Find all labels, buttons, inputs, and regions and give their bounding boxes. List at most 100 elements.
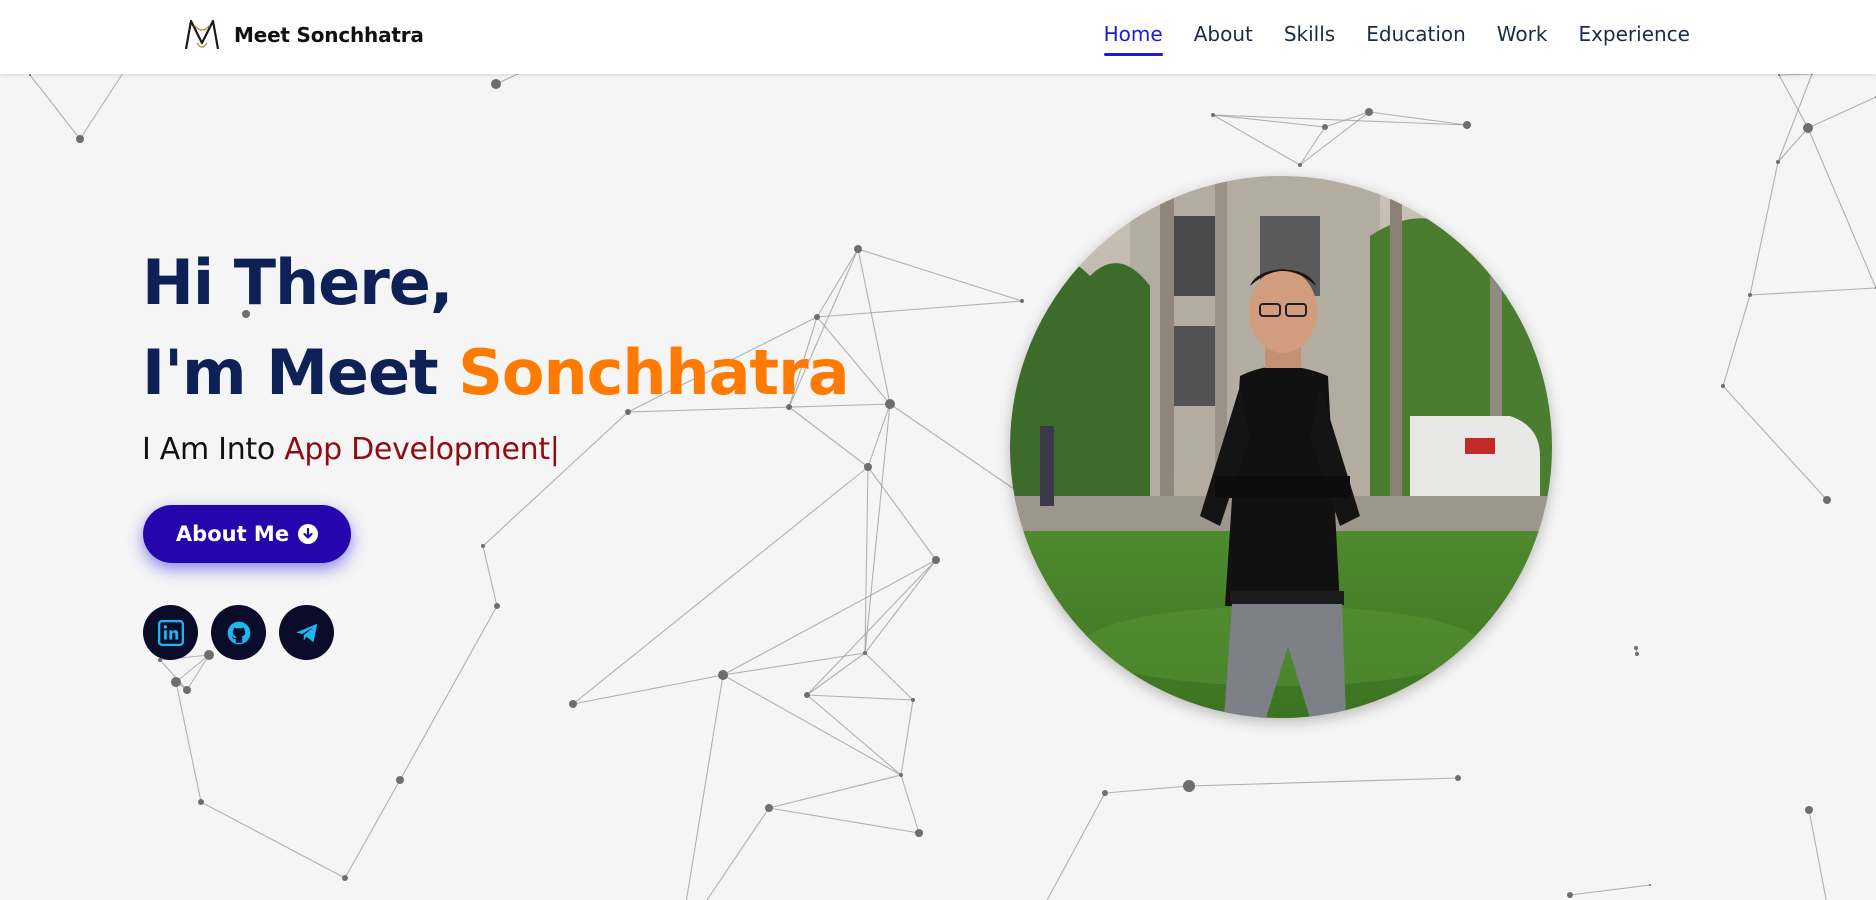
- network-link: [1777, 73, 1813, 163]
- nav-link-experience[interactable]: Experience: [1578, 0, 1690, 74]
- nav-link-skills[interactable]: Skills: [1284, 0, 1335, 74]
- network-node: [1778, 74, 1780, 76]
- network-node: [29, 74, 31, 76]
- network-node: [569, 700, 577, 708]
- network-link: [1778, 74, 1809, 129]
- network-link: [1046, 792, 1106, 900]
- network-link: [186, 654, 210, 691]
- network-link: [900, 774, 920, 834]
- network-link: [768, 774, 902, 809]
- network-node: [1567, 892, 1573, 898]
- network-link: [1807, 96, 1876, 129]
- network-node: [491, 79, 501, 89]
- nav-link-education[interactable]: Education: [1366, 0, 1466, 74]
- telegram-button[interactable]: [279, 605, 334, 660]
- network-link: [175, 681, 202, 803]
- network-node: [1649, 884, 1651, 886]
- network-node: [1183, 780, 1195, 792]
- nav-links: Home About Skills Education Work Experie…: [1073, 0, 1690, 74]
- network-link: [857, 248, 1023, 302]
- network-link: [1299, 126, 1326, 166]
- linkedin-icon: [157, 619, 184, 646]
- network-node: [1721, 384, 1725, 388]
- network-node: [885, 399, 895, 409]
- network-node: [899, 773, 903, 777]
- network-node: [1365, 108, 1373, 116]
- network-link: [1104, 785, 1190, 794]
- network-node: [1803, 123, 1813, 133]
- network-link: [344, 779, 401, 879]
- network-link: [399, 605, 498, 781]
- linkedin-button[interactable]: [143, 605, 198, 660]
- network-link: [79, 69, 126, 140]
- telegram-icon: [295, 623, 317, 642]
- network-link: [29, 74, 81, 140]
- network-node: [932, 556, 940, 564]
- network-node: [198, 799, 204, 805]
- github-button[interactable]: [211, 605, 266, 660]
- nav-link-about[interactable]: About: [1194, 0, 1253, 74]
- network-link: [482, 545, 498, 607]
- network-link: [572, 674, 724, 705]
- network-link: [1749, 287, 1876, 296]
- network-node: [76, 135, 84, 143]
- network-node: [171, 677, 181, 687]
- network-link: [1749, 161, 1779, 296]
- network-node: [1635, 652, 1639, 656]
- network-node: [1823, 496, 1831, 504]
- ms-monogram-logo-icon: [184, 19, 220, 50]
- network-link: [900, 699, 914, 776]
- network-link: [1778, 73, 1813, 76]
- network-link: [200, 801, 346, 879]
- network-node: [1322, 124, 1328, 130]
- network-node: [342, 875, 348, 881]
- about-me-button[interactable]: About Me: [143, 505, 351, 563]
- network-link: [722, 559, 937, 676]
- network-link: [685, 674, 724, 900]
- network-link: [806, 694, 902, 776]
- network-node: [765, 804, 773, 812]
- network-node: [494, 603, 500, 609]
- network-link: [806, 559, 937, 696]
- brand-name: Meet Sonchhatra: [234, 23, 424, 47]
- network-link: [806, 652, 866, 696]
- network-link: [1722, 385, 1828, 501]
- network-node: [1298, 163, 1302, 167]
- network-node: [804, 692, 810, 698]
- network-link: [867, 466, 937, 561]
- network-node: [1020, 299, 1024, 303]
- network-link: [1569, 884, 1651, 896]
- navbar: Meet Sonchhatra Home About Skills Educat…: [0, 0, 1876, 74]
- profile-photo: [1010, 176, 1552, 718]
- network-node: [854, 245, 862, 253]
- network-node: [911, 698, 915, 702]
- network-node: [864, 463, 872, 471]
- intro-heading: I'm Meet Sonchhatra: [142, 328, 850, 418]
- network-node: [1455, 775, 1461, 781]
- network-node: [1102, 790, 1108, 796]
- arrow-circle-down-icon: [298, 524, 319, 544]
- tagline: I Am Into App Development|: [142, 432, 849, 467]
- brand[interactable]: Meet Sonchhatra: [180, 10, 424, 60]
- network-node: [396, 776, 404, 784]
- network-link: [806, 694, 914, 701]
- network-link: [889, 403, 1031, 501]
- network-node: [915, 829, 923, 837]
- network-link: [1808, 809, 1827, 900]
- social-links: [143, 605, 347, 660]
- network-node: [1776, 160, 1780, 164]
- network-link: [1807, 127, 1876, 289]
- nav-link-work[interactable]: Work: [1497, 0, 1548, 74]
- network-link: [1777, 127, 1809, 163]
- about-me-label: About Me: [175, 522, 290, 546]
- network-link: [1188, 777, 1459, 787]
- network-link: [572, 466, 869, 705]
- nav-link-home[interactable]: Home: [1103, 0, 1163, 74]
- network-node: [1748, 293, 1752, 297]
- network-node: [481, 544, 485, 548]
- github-icon: [227, 621, 250, 644]
- hero-text: Hi There, I'm Meet Sonchhatra I Am Into …: [142, 238, 850, 467]
- network-link: [768, 807, 920, 834]
- typing-cursor: |: [549, 432, 560, 467]
- network-link: [864, 652, 914, 701]
